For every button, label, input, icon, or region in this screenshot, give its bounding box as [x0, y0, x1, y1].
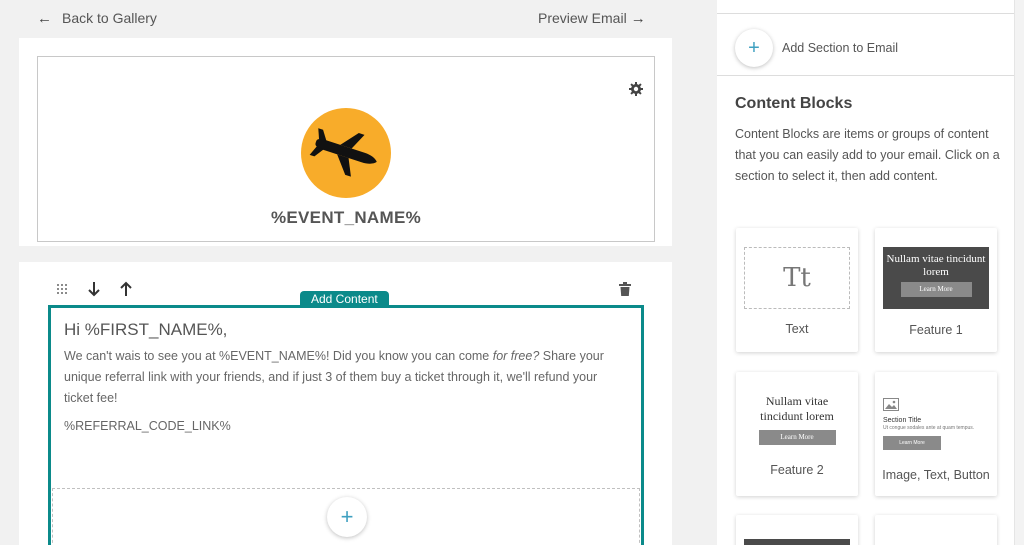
block-card-image-text-button[interactable]: Section Title Ut congue sodales ante at … — [875, 372, 997, 496]
content-blocks-description: Content Blocks are items or groups of co… — [735, 127, 1000, 183]
body-text-start: We can't wais to see you at %EVENT_NAME%… — [64, 349, 493, 363]
airplane-icon — [309, 128, 377, 177]
block-card-label: Text — [785, 322, 809, 336]
block-card-partial[interactable] — [736, 515, 858, 545]
feature-1-preview: Nullam vitae tincidunt lorem Learn More — [883, 247, 989, 309]
text-block-preview: Tt — [744, 247, 850, 309]
back-to-gallery-link[interactable]: ← Back to Gallery — [37, 10, 157, 26]
content-blocks-panel: + Add Section to Email Content Blocks Co… — [717, 0, 1014, 545]
block-card-text[interactable]: Tt Text — [736, 228, 858, 352]
arrow-left-icon: ← — [37, 9, 52, 27]
add-content-plus-button[interactable]: + — [327, 497, 367, 537]
drag-handle-icon[interactable] — [55, 281, 69, 297]
content-block-selected[interactable]: Hi %FIRST_NAME%, We can't wais to see yo… — [48, 305, 644, 545]
email-canvas: %EVENT_NAME% Add Content Hi %FIRST_NAME%… — [19, 38, 672, 545]
preview-text: Ut congue sodales ante at quam tempus. — [883, 425, 975, 431]
content-blocks-title: Content Blocks — [735, 95, 853, 112]
body-text-emphasis: for free? — [492, 349, 540, 363]
panel-top-divider — [717, 13, 1014, 14]
block-card-label: Feature 2 — [770, 463, 824, 477]
block-card-label: Feature 1 — [909, 323, 963, 337]
email-header-section[interactable]: %EVENT_NAME% — [37, 56, 655, 242]
move-down-icon[interactable] — [87, 281, 101, 297]
gear-icon[interactable] — [628, 81, 644, 97]
image-text-button-preview: Section Title Ut congue sodales ante at … — [883, 398, 989, 450]
image-icon — [883, 398, 899, 411]
block-card-feature-1[interactable]: Nullam vitae tincidunt lorem Learn More … — [875, 228, 997, 352]
preview-button: Learn More — [758, 430, 836, 445]
panel-divider — [717, 75, 1014, 76]
add-section-button[interactable]: + Add Section to Email — [735, 29, 898, 67]
feature-2-preview: Nullam vitae tincidunt lorem Learn More — [744, 394, 850, 445]
section-toolbar — [55, 281, 133, 297]
preview-button: Learn More — [900, 282, 972, 297]
email-content-section[interactable]: Add Content Hi %FIRST_NAME%, We can't wa… — [19, 262, 672, 545]
plus-icon: + — [735, 29, 773, 67]
event-name-heading: %EVENT_NAME% — [270, 208, 422, 227]
body-paragraph[interactable]: We can't wais to see you at %EVENT_NAME%… — [64, 346, 624, 409]
referral-code-link[interactable]: %REFERRAL_CODE_LINK% — [64, 419, 231, 433]
panel-scrollbar[interactable] — [1014, 0, 1024, 545]
event-logo — [301, 108, 391, 198]
preview-button: Learn More — [883, 436, 941, 450]
partial-preview — [744, 539, 850, 545]
block-card-partial[interactable] — [875, 515, 997, 545]
trash-icon[interactable] — [619, 282, 631, 301]
preview-text: Nullam vitae tincidunt lorem — [886, 253, 986, 278]
add-section-label: Add Section to Email — [782, 41, 899, 55]
preview-section-title: Section Title — [883, 417, 922, 424]
content-drop-zone[interactable]: + — [52, 488, 640, 545]
block-card-label: Image, Text, Button — [882, 468, 990, 482]
block-card-feature-2[interactable]: Nullam vitae tincidunt lorem Learn More … — [736, 372, 858, 496]
greeting-text[interactable]: Hi %FIRST_NAME%, — [64, 320, 227, 340]
back-to-gallery-label: Back to Gallery — [62, 10, 157, 26]
plus-icon: + — [340, 504, 354, 529]
preview-text: Nullam vitae tincidunt lorem — [760, 394, 834, 423]
preview-email-label: Preview Email — [538, 10, 627, 26]
arrow-right-icon: → — [630, 9, 646, 27]
move-up-icon[interactable] — [119, 281, 133, 297]
section-divider — [19, 246, 672, 262]
preview-email-link[interactable]: Preview Email → — [538, 10, 646, 26]
